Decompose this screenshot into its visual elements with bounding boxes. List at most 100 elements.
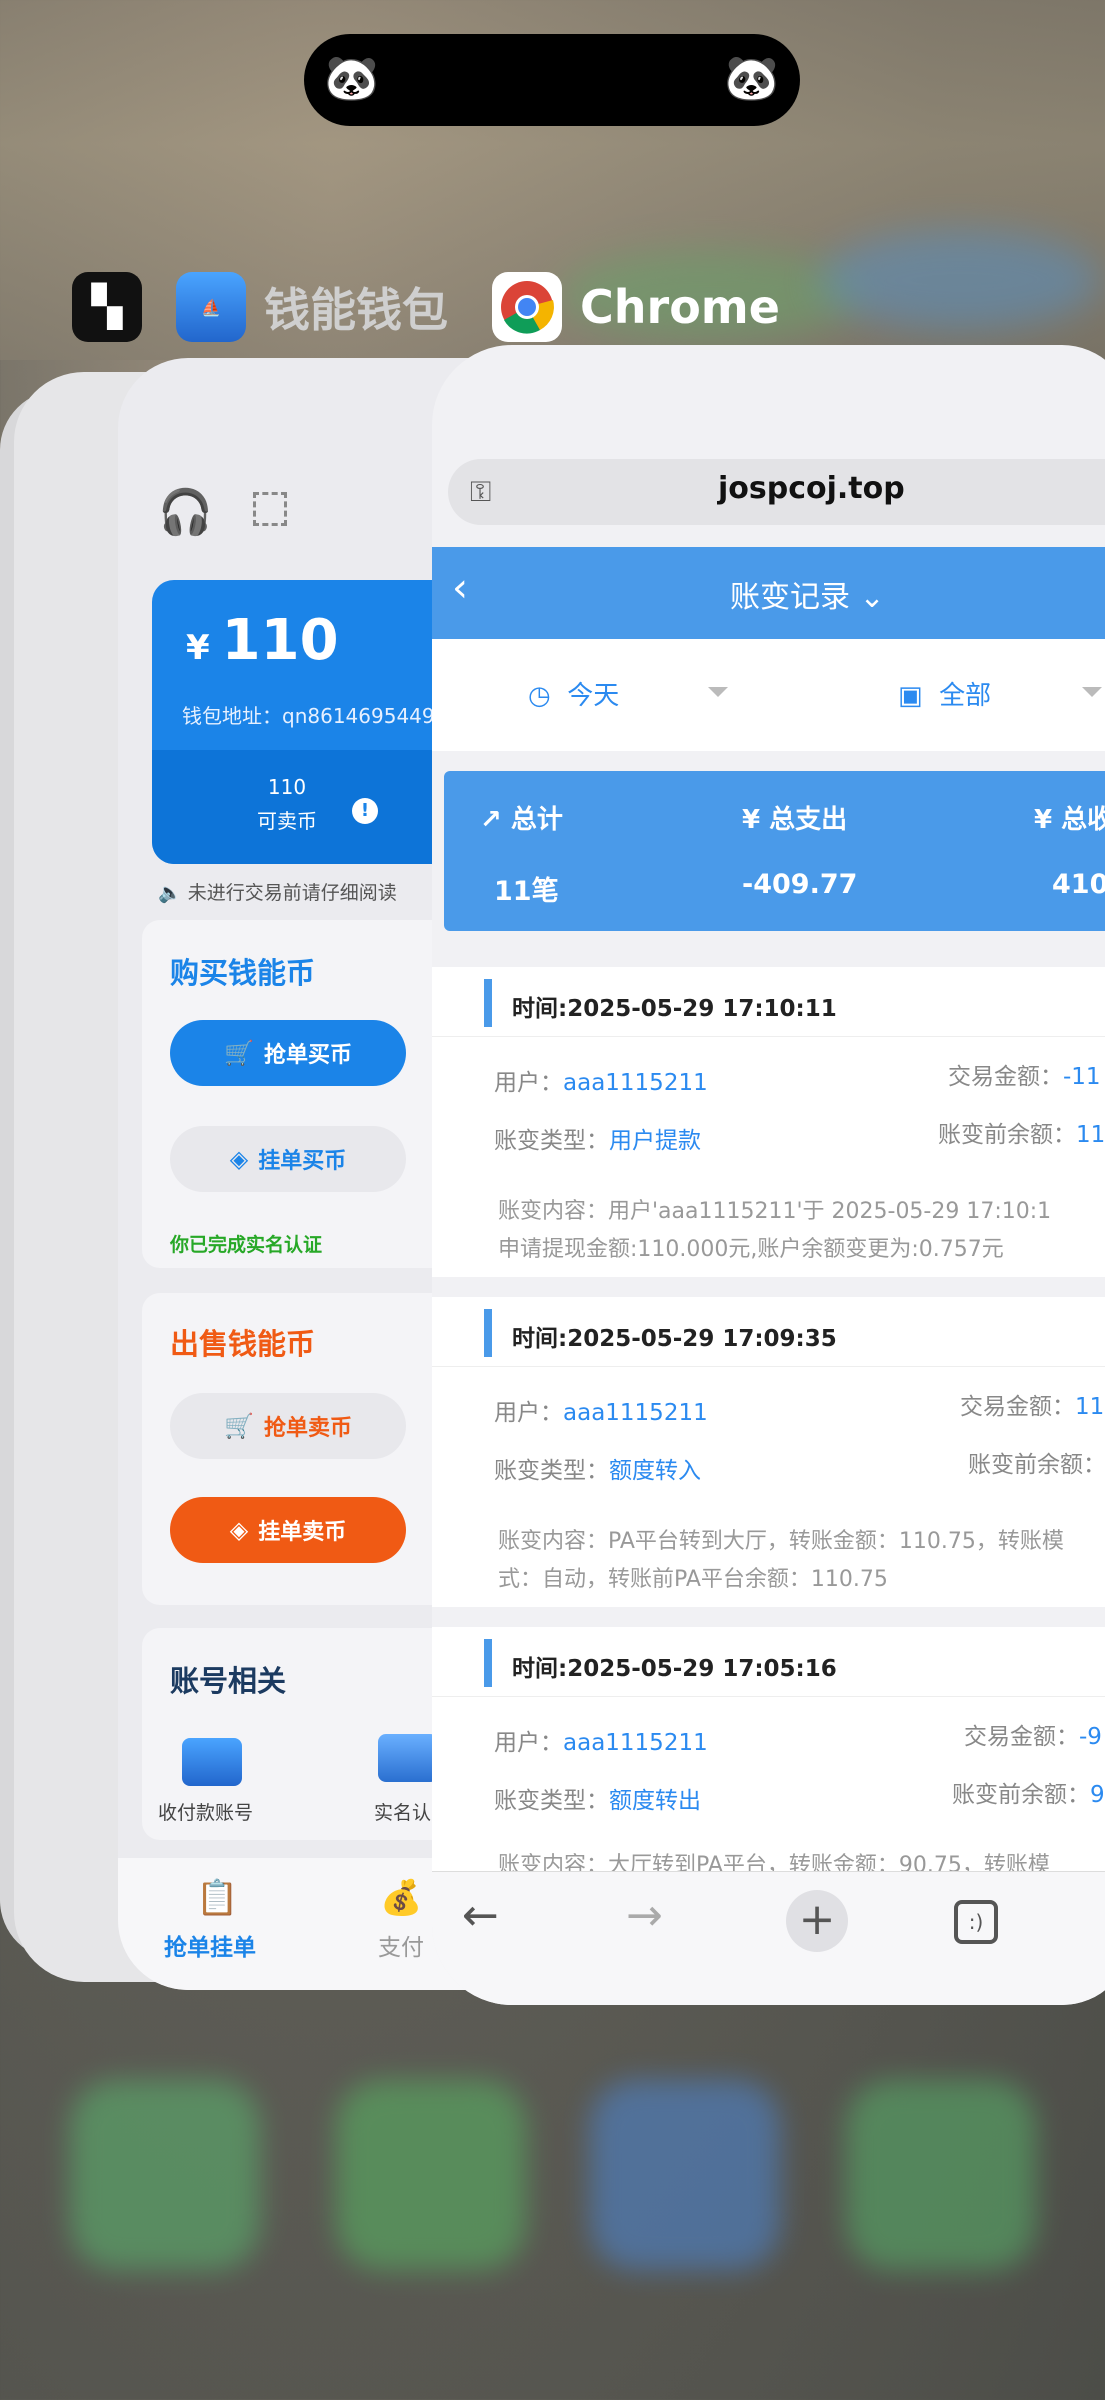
clipboard-icon[interactable]: 📋 [196, 1878, 238, 1918]
tab-pay[interactable]: 支付 [378, 1928, 424, 1962]
record-item[interactable]: 时间:2025-05-29 17:05:16 用户：aaa1115211 交易金… [432, 1627, 1105, 1887]
record-amount: 交易金额：11 [960, 1394, 1105, 1420]
chrome-icon [492, 272, 562, 342]
accent-bar [484, 1639, 492, 1687]
record-content: 账变内容：用户'aaa1115211'于 2025-05-29 17:10:1 申… [498, 1199, 1052, 1262]
coin-icon: ◈ [229, 1516, 249, 1544]
pending-buy-button[interactable]: ◈ 挂单买币 [170, 1126, 406, 1192]
sell-title: 出售钱能币 [170, 1327, 316, 1361]
record-user: 用户：aaa1115211 [494, 1400, 708, 1426]
account-item-label[interactable]: 收付款账号 [158, 1798, 253, 1825]
record-type: 账变类型：额度转出 [494, 1788, 701, 1814]
url-text: jospcoj.top [718, 471, 905, 506]
date-filter[interactable]: ◷ 今天 [528, 675, 619, 712]
buy-title: 购买钱能币 [170, 956, 316, 990]
card-icon[interactable] [182, 1738, 242, 1786]
record-header: 时间:2025-05-29 17:05:16 [432, 1627, 1105, 1697]
record-before: 账变前余额：9 [952, 1782, 1105, 1808]
yen-icon: ¥ [1034, 805, 1053, 835]
panda-icon: 🐼 [724, 53, 779, 104]
clock-icon: ◷ [528, 681, 551, 711]
summary-card: ↗ 总计 11笔 ¥ 总支出 -409.77 ¥ 总收 410. [444, 771, 1105, 931]
headset-icon[interactable]: 🎧 [158, 486, 213, 538]
accent-bar [484, 1309, 492, 1357]
account-item-label[interactable]: 实名认 [374, 1798, 431, 1825]
verified-text: 你已完成实名认证 [170, 1234, 323, 1256]
forward-arrow-icon[interactable]: → [626, 1890, 663, 1941]
info-icon[interactable]: ! [352, 798, 378, 824]
grab-sell-button[interactable]: 🛒 抢单卖币 [170, 1393, 406, 1459]
dock-app-icon[interactable] [590, 2080, 780, 2270]
tab-switcher-icon[interactable]: :) [954, 1900, 998, 1944]
moneybag-icon[interactable]: 💰 [380, 1878, 422, 1918]
summary-in-value: 410. [1052, 869, 1105, 900]
record-before: 账变前余额： [968, 1452, 1105, 1478]
back-arrow-icon[interactable]: ← [462, 1890, 499, 1941]
key-icon[interactable]: ⚿ [470, 475, 491, 509]
record-type: 账变类型：用户提款 [494, 1128, 701, 1154]
record-time: 时间:2025-05-29 17:05:16 [512, 1656, 837, 1682]
app-label-text: 钱能钱包 [264, 283, 448, 337]
wallpaper-blob [820, 230, 1100, 330]
dock-app-icon[interactable] [336, 2080, 526, 2270]
app-label-text: Chrome [580, 280, 780, 334]
record-amount: 交易金额：-11 [948, 1064, 1101, 1090]
app-label-wallet[interactable]: ⛵ 钱能钱包 [176, 262, 448, 352]
scan-icon[interactable] [252, 492, 287, 526]
record-amount: 交易金额：-9 [964, 1724, 1102, 1750]
type-filter[interactable]: ▣ 全部 [898, 675, 991, 712]
speaker-icon: 🔈 [158, 882, 182, 904]
qr-grid-icon: ▚ [72, 272, 142, 342]
chrome-app-card[interactable]: ⚿ jospcoj.top ‹ 账变记录 ⌄ ◷ 今天 ▣ 全部 ↗ 总计 11… [432, 345, 1105, 2005]
record-item[interactable]: 时间:2025-05-29 17:09:35 用户：aaa1115211 交易金… [432, 1297, 1105, 1607]
dropdown-arrow-icon[interactable] [1082, 687, 1102, 697]
page-nav-bar: ‹ 账变记录 ⌄ [432, 547, 1105, 639]
record-time: 时间:2025-05-29 17:09:35 [512, 1326, 837, 1352]
record-user: 用户：aaa1115211 [494, 1070, 708, 1096]
yen-icon: ¥ [742, 805, 761, 835]
wallet-header: 🎧 [158, 486, 287, 538]
record-content: 账变内容：PA平台转到大厅，转账金额：110.75，转账模 式：自动，转账前PA平… [498, 1529, 1064, 1592]
dock-app-icon[interactable] [846, 2080, 1036, 2270]
grab-buy-button[interactable]: 🛒 抢单买币 [170, 1020, 406, 1086]
address-bar[interactable]: ⚿ jospcoj.top [448, 459, 1105, 525]
wallet-address: 钱包地址：qn8614695449 [182, 704, 435, 728]
dropdown-arrow-icon[interactable] [708, 687, 728, 697]
tab-grab-pending[interactable]: 抢单挂单 [164, 1928, 256, 1962]
cart-icon: 🛒 [224, 1412, 254, 1440]
dock-app-icon[interactable] [70, 2080, 260, 2270]
calendar-icon: ▣ [898, 681, 923, 711]
summary-total-label: ↗ 总计 [480, 805, 563, 835]
sellable-label: 可卖币 [257, 809, 317, 833]
cart-icon: 🛒 [224, 1039, 254, 1067]
pending-sell-button[interactable]: ◈ 挂单卖币 [170, 1497, 406, 1563]
app-label-chrome[interactable]: Chrome [492, 262, 780, 352]
account-title: 账号相关 [170, 1664, 287, 1698]
filter-bar: ◷ 今天 ▣ 全部 [432, 639, 1105, 751]
id-card-icon[interactable] [378, 1734, 438, 1782]
dynamic-island: 🐼 🐼 [304, 34, 800, 126]
balance-amount: ¥110 [186, 608, 339, 673]
record-header: 时间:2025-05-29 17:10:11 [432, 967, 1105, 1037]
summary-out-label: ¥ 总支出 [742, 805, 848, 835]
browser-toolbar: ← → + :) [432, 1871, 1105, 2005]
panda-icon: 🐼 [324, 53, 379, 104]
notice-text: 🔈 未进行交易前请仔细阅读 [158, 882, 397, 904]
sellable-value: 110 [267, 775, 307, 799]
coin-icon: ◈ [229, 1145, 249, 1173]
summary-in-label: ¥ 总收 [1034, 805, 1105, 835]
wallet-app-icon: ⛵ [176, 272, 246, 342]
chevron-down-icon: ⌄ [859, 580, 885, 615]
record-item[interactable]: 时间:2025-05-29 17:10:11 用户：aaa1115211 交易金… [432, 967, 1105, 1277]
chart-icon: ↗ [480, 805, 502, 835]
summary-out-value: -409.77 [742, 869, 858, 900]
accent-bar [484, 979, 492, 1027]
app-label-qr[interactable]: ▚ [72, 262, 142, 352]
record-type: 账变类型：额度转入 [494, 1458, 701, 1484]
page-title[interactable]: 账变记录 ⌄ [730, 572, 885, 616]
record-time: 时间:2025-05-29 17:10:11 [512, 996, 837, 1022]
record-user: 用户：aaa1115211 [494, 1730, 708, 1756]
new-tab-plus-icon[interactable]: + [786, 1890, 848, 1952]
record-before: 账变前余额：11 [938, 1122, 1105, 1148]
back-chevron-icon[interactable]: ‹ [452, 565, 468, 611]
